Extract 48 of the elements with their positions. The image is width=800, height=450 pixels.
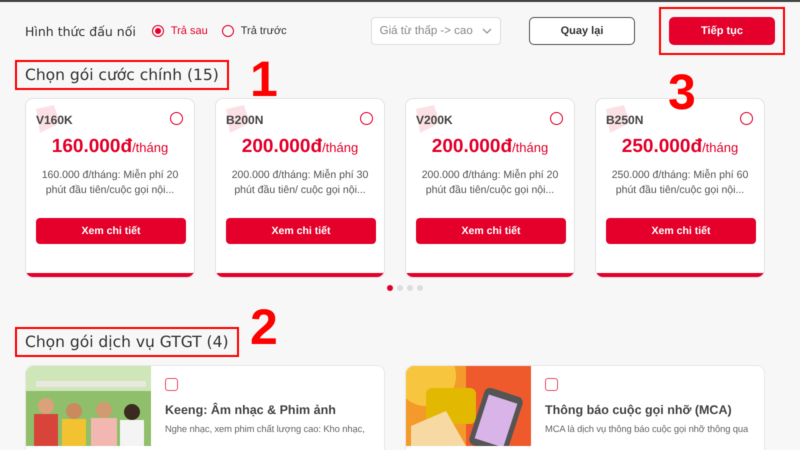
price-unit: /tháng bbox=[702, 140, 738, 155]
chevron-down-icon bbox=[482, 28, 492, 34]
radio-option[interactable]: Trả sau bbox=[152, 25, 208, 37]
back-button[interactable]: Quay lại bbox=[529, 17, 635, 45]
plan-code: V200K bbox=[416, 113, 453, 127]
annotation-number: 3 bbox=[668, 67, 696, 117]
plan-price: 160.000đ bbox=[52, 136, 132, 158]
plan-price: 200.000đ bbox=[242, 136, 322, 158]
details-button[interactable]: Xem chi tiết bbox=[226, 218, 376, 244]
carousel-dot[interactable] bbox=[397, 285, 403, 291]
details-button[interactable]: Xem chi tiết bbox=[416, 218, 566, 244]
radio-option[interactable]: Trả trước bbox=[222, 25, 287, 37]
plan-description: 200.000 đ/tháng: Miễn phí 20 phút đầu tiên/cuộc gọi nội... bbox=[420, 168, 560, 198]
price-unit: /tháng bbox=[512, 140, 548, 155]
plan-description: 250.000 đ/tháng: Miễn phí 60 phút đầu tiên/cuộc gọi nội... bbox=[610, 168, 750, 198]
details-button[interactable]: Xem chi tiết bbox=[36, 218, 186, 244]
service-title: Keeng: Âm nhạc & Phim ảnh bbox=[165, 403, 337, 417]
checkbox[interactable] bbox=[545, 378, 558, 391]
carousel-dot[interactable] bbox=[417, 285, 423, 291]
carousel-dot[interactable] bbox=[387, 285, 393, 291]
radio-icon[interactable] bbox=[360, 112, 373, 125]
plan-code: V160K bbox=[36, 113, 73, 127]
service-description: MCA là dịch vụ thông báo cuộc gọi nhỡ thông qua bbox=[545, 423, 748, 434]
price-unit: /tháng bbox=[132, 140, 168, 155]
annotation-number: 2 bbox=[250, 302, 278, 352]
annotation-number: 1 bbox=[250, 54, 278, 104]
service-description: Nghe nhạc, xem phim chất lượng cao: Kho nhạc, bbox=[165, 423, 365, 434]
service-title: Thông báo cuộc gọi nhỡ (MCA) bbox=[545, 403, 733, 417]
details-button[interactable]: Xem chi tiết bbox=[606, 218, 756, 244]
plan-code: B200N bbox=[226, 113, 264, 127]
carousel-dot[interactable] bbox=[407, 285, 413, 291]
price-unit: /tháng bbox=[322, 140, 358, 155]
plan-price: 200.000đ bbox=[432, 136, 512, 158]
plan-price: 250.000đ bbox=[622, 136, 702, 158]
checkbox[interactable] bbox=[165, 378, 178, 391]
radio-icon[interactable] bbox=[550, 112, 563, 125]
plan-code: B250N bbox=[606, 113, 644, 127]
radio-icon[interactable] bbox=[740, 112, 753, 125]
section-title: Chọn gói cước chính (15) bbox=[15, 60, 229, 90]
radio-icon[interactable] bbox=[152, 25, 164, 37]
radio-icon[interactable] bbox=[222, 25, 234, 37]
connection-label: Hình thức đấu nối bbox=[25, 24, 136, 38]
radio-icon[interactable] bbox=[170, 112, 183, 125]
section-title: Chọn gói dịch vụ GTGT (4) bbox=[15, 327, 239, 357]
continue-button[interactable]: Tiếp tục bbox=[669, 17, 775, 45]
plan-description: 160.000 đ/tháng: Miễn phí 20 phút đầu tiên/cuộc gọi nội... bbox=[40, 168, 180, 198]
plan-description: 200.000 đ/tháng: Miễn phí 30 phút đầu tiên/ cuộc gọi nội... bbox=[230, 168, 370, 198]
sort-dropdown[interactable]: Giá từ thấp -> cao bbox=[370, 17, 501, 45]
